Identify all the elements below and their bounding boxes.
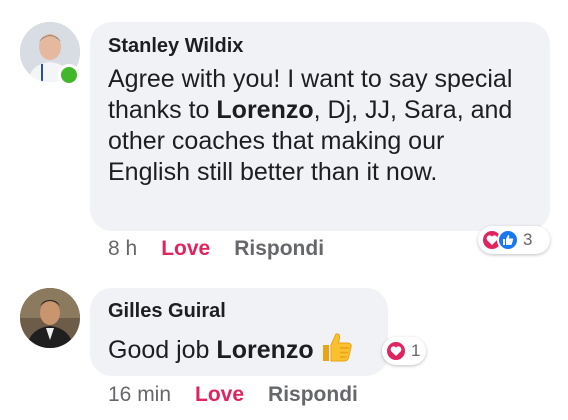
timestamp[interactable]: 8 h (108, 237, 137, 261)
mention-lorenzo[interactable]: Lorenzo (216, 336, 313, 364)
online-status-indicator (58, 64, 80, 86)
comment-bubble: Gilles Guiral Good job Lorenzo (90, 288, 388, 376)
comment-bubble: Stanley Wildix Agree with you! I want to… (90, 22, 550, 231)
reaction-count: 1 (411, 341, 421, 360)
love-button[interactable]: Love (161, 237, 210, 261)
comment-text: Good job Lorenzo (108, 332, 370, 370)
comment-actions: 16 min Love Rispondi (108, 383, 358, 407)
reactions-summary[interactable]: 3 (478, 226, 550, 254)
comment-text: Agree with you! I want to say special th… (108, 65, 513, 186)
comment-actions: 8 h Love Rispondi (108, 237, 324, 261)
comment-author[interactable]: Stanley Wildix (108, 35, 532, 58)
love-button[interactable]: Love (195, 383, 244, 407)
love-icon (385, 340, 407, 362)
reaction-count: 3 (523, 230, 533, 249)
like-icon (497, 229, 519, 251)
reply-button[interactable]: Rispondi (268, 383, 358, 407)
thumbs-up-emoji (321, 332, 353, 370)
avatar[interactable] (20, 288, 80, 348)
reactions-summary[interactable]: 1 (382, 337, 426, 365)
reply-button[interactable]: Rispondi (234, 237, 324, 261)
mention-lorenzo[interactable]: Lorenzo (216, 96, 313, 124)
comment-author[interactable]: Gilles Guiral (108, 300, 370, 323)
timestamp[interactable]: 16 min (108, 383, 171, 407)
